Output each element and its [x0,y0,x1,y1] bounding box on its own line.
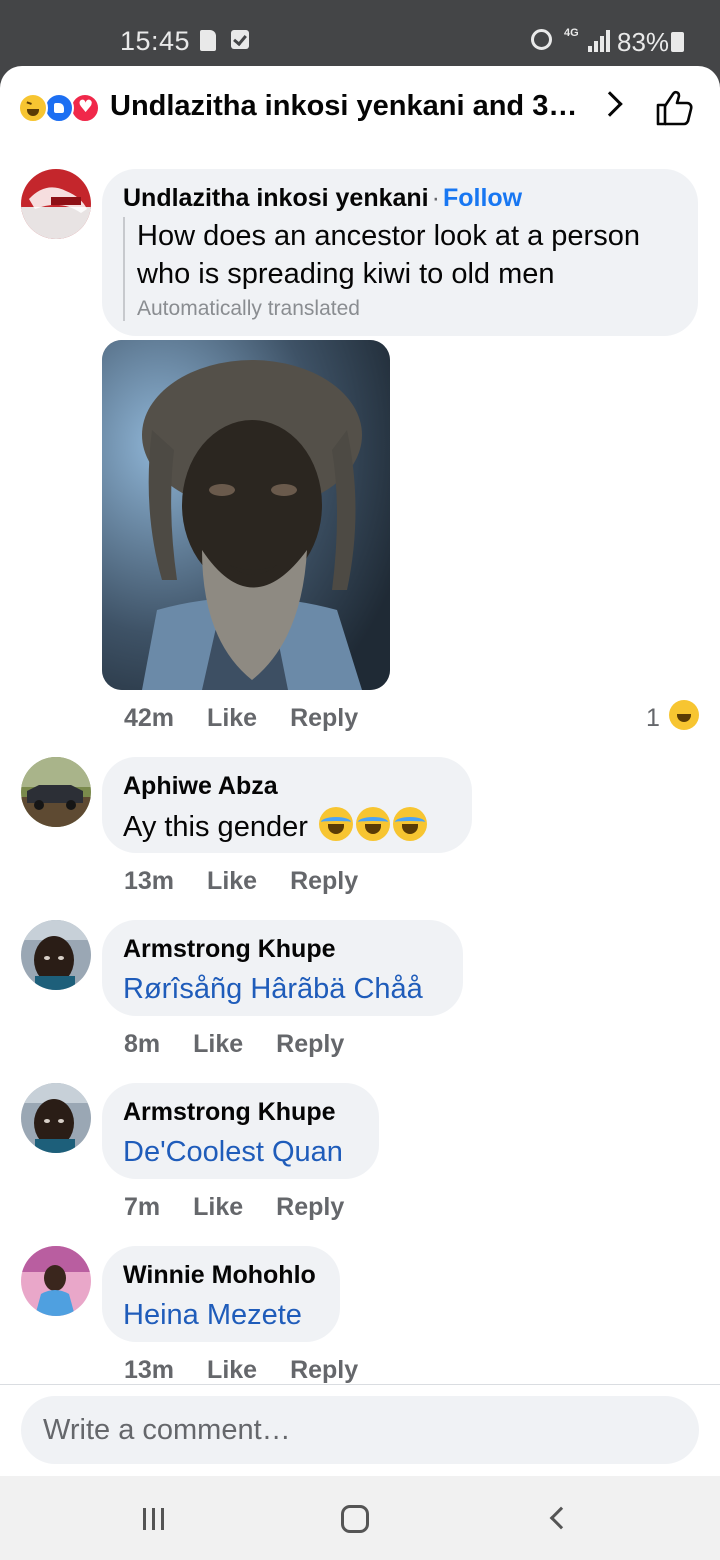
comment-composer [0,1385,720,1476]
thumbs-up-icon[interactable] [654,88,694,128]
comment-author[interactable]: Winnie Mohohlo [123,1261,318,1290]
comment-author[interactable]: Armstrong Khupe [123,935,441,964]
network-type-label: 4G [564,27,579,39]
comment-tag-link[interactable]: Rørîsåñg Hârãbä Chåå [123,970,441,1008]
comment-author[interactable]: Aphiwe Abza [123,772,450,801]
comment-input[interactable] [21,1396,699,1464]
translation-note[interactable]: Automatically translated [137,297,676,321]
comment-photo[interactable] [102,340,390,690]
reply-button[interactable]: Reply [290,1356,358,1384]
sd-card-icon [200,30,216,51]
recent-apps-icon[interactable] [95,1476,215,1560]
haha-reaction-icon[interactable] [669,700,699,730]
comment-reaction-count[interactable]: 1 [646,704,660,733]
back-icon [549,1506,573,1530]
haha-reaction-icon [18,93,48,123]
system-nav-bar [0,1476,720,1560]
like-button[interactable]: Like [207,1356,257,1384]
comment-time[interactable]: 7m [124,1193,160,1221]
comment-text-line: How does an ancestor look at a person [137,220,640,252]
tears-of-joy-emoji-icon [392,807,427,841]
status-bar: 15:45 4G 83% [0,0,720,66]
comment-author[interactable]: Armstrong Khupe [123,1098,357,1127]
tears-of-joy-emoji-icon [318,807,353,841]
reply-button[interactable]: Reply [290,704,358,732]
comment-time[interactable]: 8m [124,1030,160,1058]
comment-bubble[interactable]: Undlazitha inkosi yenkani · Follow How doe… [102,169,698,336]
separator-dot: · [431,184,440,212]
battery-charging-icon [671,32,684,52]
comment-tag-link[interactable]: Heina Mezete [123,1296,318,1334]
chevron-right-icon[interactable] [597,91,623,117]
signal-icon [588,30,610,52]
comment-meta: 8m Like Reply [124,1030,377,1059]
back-button[interactable] [500,1476,620,1560]
reply-button[interactable]: Reply [276,1030,344,1058]
avatar[interactable] [21,1083,91,1153]
reply-button[interactable]: Reply [276,1193,344,1221]
comment-time[interactable]: 42m [124,704,174,732]
home-button[interactable] [297,1476,417,1560]
comment-text: Ay this gender [123,811,308,843]
comment-meta: 13m Like Reply [124,867,391,896]
comment-tag-link[interactable]: De'Coolest Quan [123,1133,357,1171]
avatar[interactable] [21,920,91,990]
comment-text-line: who is spreading kiwi to old men [137,258,555,290]
reply-button[interactable]: Reply [290,867,358,895]
avatar[interactable] [21,1246,91,1316]
comment-meta: 13m Like Reply [124,1356,391,1385]
like-reaction-icon [44,93,74,123]
comments-sheet: Undlazitha inkosi yenkani and 3… Undlazi… [0,66,720,1476]
alarm-icon [531,29,552,50]
like-button[interactable]: Like [193,1030,243,1058]
sheet-header: Undlazitha inkosi yenkani and 3… [0,66,720,150]
comment-bubble[interactable]: Aphiwe Abza Ay this gender [102,757,472,853]
avatar[interactable] [21,169,91,239]
comment-time[interactable]: 13m [124,867,174,895]
reaction-summary[interactable] [18,93,104,123]
tears-of-joy-emoji-icon [355,807,390,841]
comment-time[interactable]: 13m [124,1356,174,1384]
reactors-title[interactable]: Undlazitha inkosi yenkani and 3… [110,90,577,123]
comment-author[interactable]: Undlazitha inkosi yenkani [123,184,429,212]
avatar[interactable] [21,757,91,827]
home-icon [341,1505,369,1533]
like-button[interactable]: Like [193,1193,243,1221]
battery-percentage: 83% [617,27,670,57]
status-time: 15:45 [120,26,191,56]
love-reaction-icon [70,93,100,123]
follow-button[interactable]: Follow [443,184,522,212]
like-button[interactable]: Like [207,704,257,732]
comment-meta: 7m Like Reply [124,1193,377,1222]
comment-meta: 42m Like Reply [124,704,391,733]
comment-bubble[interactable]: Winnie Mohohlo Heina Mezete [102,1246,340,1342]
comment-bubble[interactable]: Armstrong Khupe De'Coolest Quan [102,1083,379,1179]
translated-text-block: How does an ancestor look at a person wh… [123,217,676,321]
comment-bubble[interactable]: Armstrong Khupe Rørîsåñg Hârãbä Chåå [102,920,463,1016]
check-notification-icon [231,30,249,49]
like-button[interactable]: Like [207,867,257,895]
